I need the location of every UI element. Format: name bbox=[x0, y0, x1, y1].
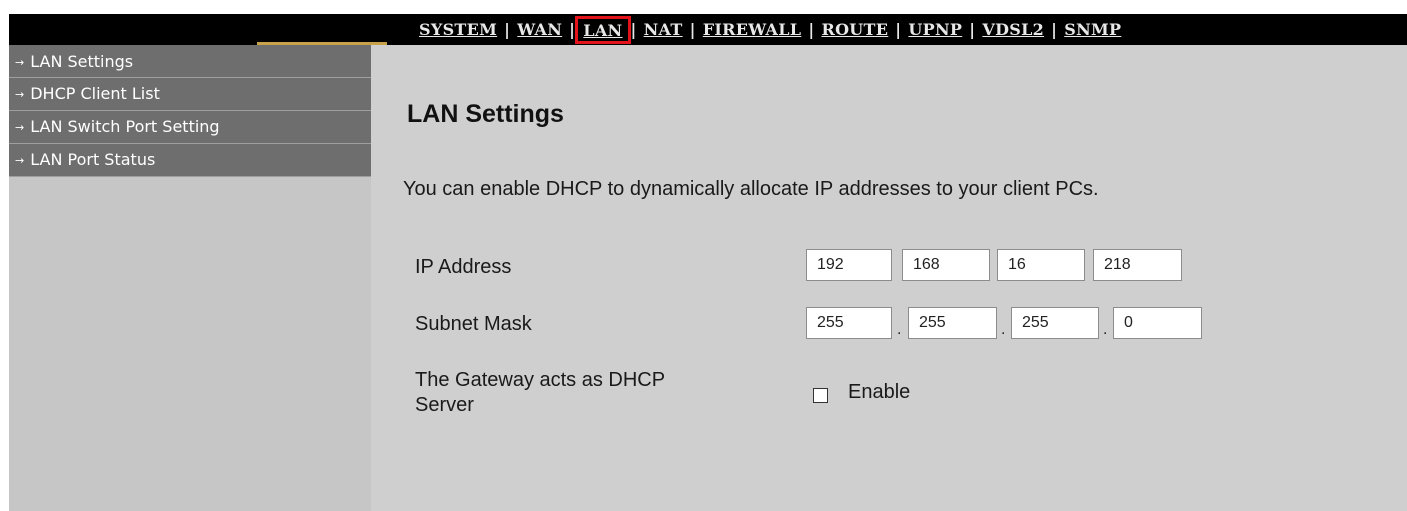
arrow-right-icon: → bbox=[15, 88, 25, 101]
sidebar-item-dhcp-client-list[interactable]: → DHCP Client List bbox=[9, 78, 371, 111]
nav-separator: | bbox=[808, 20, 815, 39]
mask-separator: . bbox=[897, 321, 902, 338]
dhcp-server-label: The Gateway acts as DHCP Server bbox=[415, 368, 665, 418]
subnet-mask-label: Subnet Mask bbox=[415, 313, 532, 335]
arrow-right-icon: → bbox=[15, 154, 25, 167]
dhcp-enable-checkbox[interactable] bbox=[813, 388, 828, 403]
main-content: LAN Settings You can enable DHCP to dyna… bbox=[371, 45, 1407, 511]
sidebar-item-lan-switch-port-setting[interactable]: → LAN Switch Port Setting bbox=[9, 111, 371, 144]
nav-vdsl2[interactable]: VDSL2 bbox=[982, 20, 1044, 39]
sidebar-item-lan-port-status[interactable]: → LAN Port Status bbox=[9, 144, 371, 177]
mask-octet-1-input[interactable] bbox=[806, 307, 892, 339]
nav-nat[interactable]: NAT bbox=[644, 20, 683, 39]
ip-octet-4-input[interactable] bbox=[1093, 249, 1182, 281]
nav-separator: | bbox=[569, 20, 576, 39]
ip-octet-1-input[interactable] bbox=[806, 249, 892, 281]
ip-octet-2-input[interactable] bbox=[902, 249, 990, 281]
sidebar: → LAN Settings → DHCP Client List → LAN … bbox=[9, 45, 371, 511]
nav-separator: | bbox=[1051, 20, 1058, 39]
nav-separator: | bbox=[504, 20, 511, 39]
ip-octet-3-input[interactable] bbox=[997, 249, 1085, 281]
main-nav: SYSTEM | WAN | LAN | NAT | FIREWALL | RO… bbox=[419, 14, 1121, 45]
dhcp-server-label-line1: The Gateway acts as DHCP bbox=[415, 369, 666, 391]
dhcp-server-label-line2: Server bbox=[415, 394, 474, 416]
nav-firewall[interactable]: FIREWALL bbox=[703, 20, 802, 39]
nav-separator: | bbox=[630, 20, 637, 39]
nav-route[interactable]: ROUTE bbox=[821, 20, 888, 39]
sidebar-item-lan-settings[interactable]: → LAN Settings bbox=[9, 45, 371, 78]
nav-system[interactable]: SYSTEM bbox=[419, 20, 497, 39]
nav-separator: | bbox=[969, 20, 976, 39]
page-description: You can enable DHCP to dynamically alloc… bbox=[403, 178, 1099, 200]
nav-separator: | bbox=[895, 20, 902, 39]
mask-octet-4-input[interactable] bbox=[1113, 307, 1202, 339]
sidebar-item-label: DHCP Client List bbox=[30, 84, 160, 103]
sidebar-item-label: LAN Switch Port Setting bbox=[30, 117, 220, 136]
mask-separator: . bbox=[1001, 321, 1006, 338]
sidebar-item-label: LAN Port Status bbox=[30, 150, 156, 169]
mask-separator: . bbox=[1103, 321, 1108, 338]
arrow-right-icon: → bbox=[15, 56, 25, 69]
nav-wan[interactable]: WAN bbox=[517, 20, 562, 39]
nav-separator: | bbox=[689, 20, 696, 39]
mask-octet-2-input[interactable] bbox=[908, 307, 997, 339]
sidebar-item-label: LAN Settings bbox=[30, 52, 134, 71]
nav-upnp[interactable]: UPNP bbox=[908, 20, 962, 39]
page-title: LAN Settings bbox=[407, 100, 564, 128]
nav-lan[interactable]: LAN bbox=[575, 15, 631, 44]
nav-snmp[interactable]: SNMP bbox=[1064, 20, 1121, 39]
arrow-right-icon: → bbox=[15, 121, 25, 134]
mask-octet-3-input[interactable] bbox=[1011, 307, 1099, 339]
dhcp-enable-label[interactable]: Enable bbox=[848, 381, 910, 404]
ip-address-label: IP Address bbox=[415, 256, 512, 278]
